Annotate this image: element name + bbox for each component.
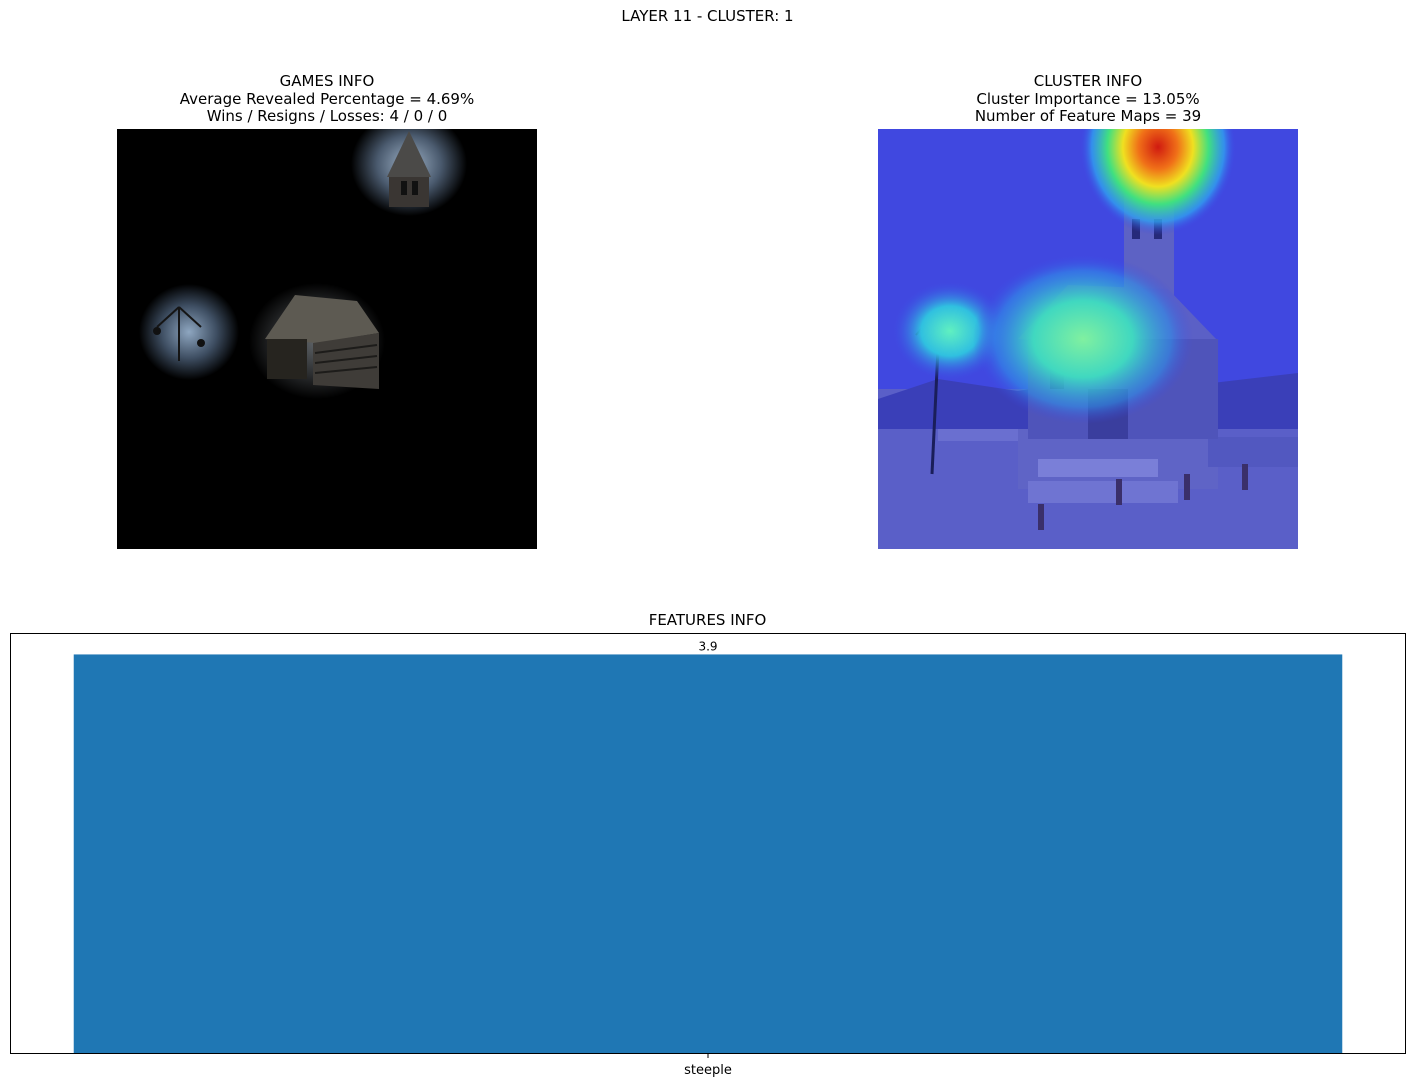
- bar-steeple: [73, 654, 1343, 1053]
- x-tick-label: steeple: [684, 1063, 732, 1078]
- features-bar-chart: 3.9 steeple: [10, 633, 1406, 1078]
- bar-value-label: 3.9: [698, 639, 717, 653]
- bars-group: 3.9 steeple: [73, 639, 1343, 1078]
